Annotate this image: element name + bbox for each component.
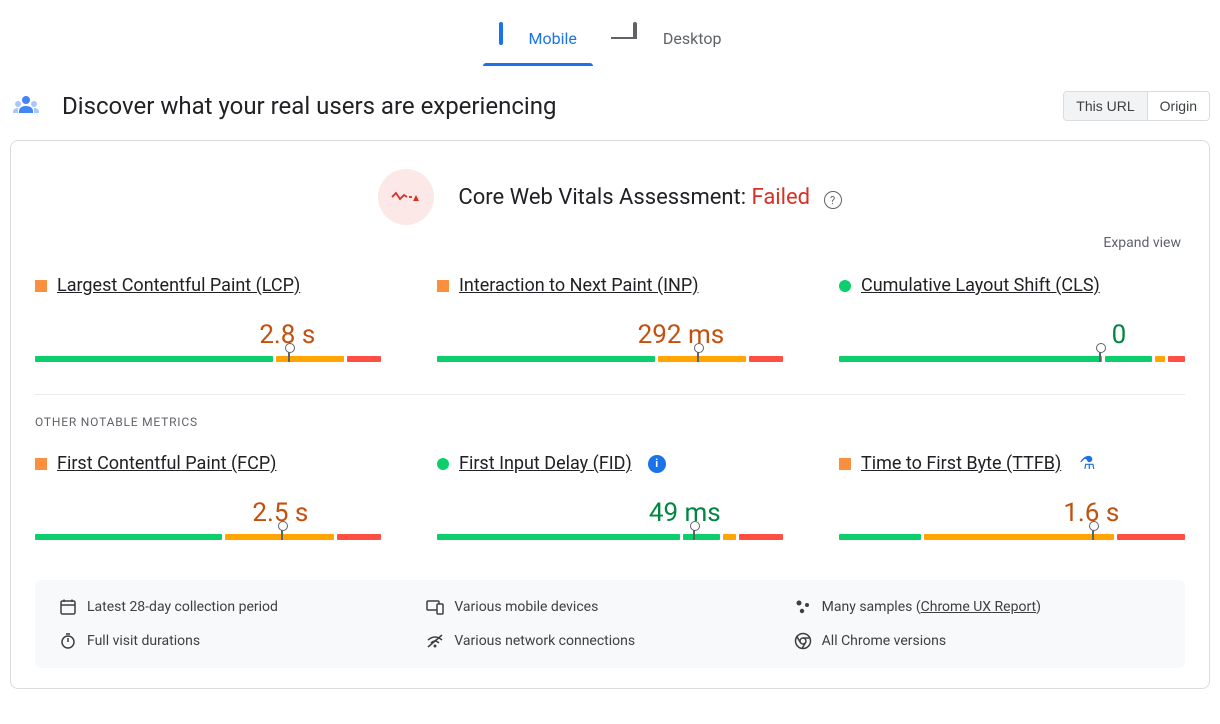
distribution-bar xyxy=(437,356,783,362)
tab-label-mobile: Mobile xyxy=(529,29,577,48)
vitals-card: Core Web Vitals Assessment: Failed ? Exp… xyxy=(10,140,1210,689)
other-value: 49 ms xyxy=(437,498,783,528)
other-name[interactable]: Time to First Byte (TTFB) xyxy=(861,453,1061,474)
help-icon[interactable]: ? xyxy=(824,191,842,209)
vital-metric-0: Largest Contentful Paint (LCP) 2.8 s xyxy=(35,275,381,362)
vital-metric-1: Interaction to Next Paint (INP) 292 ms xyxy=(437,275,783,362)
vital-value: 0 xyxy=(839,320,1185,350)
assessment-status: Failed xyxy=(752,185,811,210)
marker-icon xyxy=(281,526,283,540)
status-warn-icon xyxy=(839,458,851,470)
other-metrics-label: OTHER NOTABLE METRICS xyxy=(35,415,1185,429)
other-value: 1.6 s xyxy=(839,498,1185,528)
other-name[interactable]: First Input Delay (FID) xyxy=(459,453,632,474)
vital-metric-2: Cumulative Layout Shift (CLS) 0 xyxy=(839,275,1185,362)
desktop-icon xyxy=(633,24,653,52)
marker-icon xyxy=(288,348,290,362)
divider xyxy=(35,394,1185,395)
toggle-this-url[interactable]: This URL xyxy=(1064,92,1146,120)
marker-icon xyxy=(693,526,695,540)
distribution-bar xyxy=(35,356,381,362)
vital-value: 292 ms xyxy=(437,320,783,350)
marker-icon xyxy=(697,348,699,362)
crux-link[interactable]: Chrome UX Report xyxy=(921,599,1036,615)
assessment-prefix: Core Web Vitals Assessment: xyxy=(458,185,751,210)
vital-value: 2.8 s xyxy=(35,320,381,350)
assessment-text: Core Web Vitals Assessment: Failed ? xyxy=(458,185,841,210)
footer-devices: Various mobile devices xyxy=(454,599,598,615)
vital-name[interactable]: Largest Contentful Paint (LCP) xyxy=(57,275,300,296)
marker-icon xyxy=(1092,526,1094,540)
tab-label-desktop: Desktop xyxy=(663,29,722,48)
status-good-icon xyxy=(839,280,851,292)
expand-view-link[interactable]: Expand view xyxy=(35,235,1185,251)
assessment-fail-icon xyxy=(378,169,434,225)
status-warn-icon xyxy=(437,280,449,292)
distribution-bar xyxy=(35,534,381,540)
distribution-bar xyxy=(839,356,1185,362)
footer-samples: Many samples (Chrome UX Report) xyxy=(822,599,1041,615)
devices-icon xyxy=(426,598,444,616)
tab-desktop[interactable]: Desktop xyxy=(629,16,726,66)
chrome-icon xyxy=(794,632,812,650)
footer-versions: All Chrome versions xyxy=(822,633,946,649)
vital-name[interactable]: Cumulative Layout Shift (CLS) xyxy=(861,275,1100,296)
marker-icon xyxy=(1099,348,1101,362)
scope-toggle: This URL Origin xyxy=(1063,91,1210,121)
other-name[interactable]: First Contentful Paint (FCP) xyxy=(57,453,276,474)
other-metric-2: Time to First Byte (TTFB) ⚗ 1.6 s xyxy=(839,453,1185,540)
vital-name[interactable]: Interaction to Next Paint (INP) xyxy=(459,275,699,296)
lab-icon: ⚗ xyxy=(1079,453,1095,474)
footer-box: Latest 28-day collection period Various … xyxy=(35,580,1185,668)
info-icon[interactable]: i xyxy=(648,455,666,473)
distribution-bar xyxy=(437,534,783,540)
toggle-origin[interactable]: Origin xyxy=(1147,92,1209,120)
tab-mobile[interactable]: Mobile xyxy=(495,16,581,66)
stopwatch-icon xyxy=(59,632,77,650)
mobile-icon xyxy=(499,24,519,52)
footer-network: Various network connections xyxy=(454,633,635,649)
distribution-bar xyxy=(839,534,1185,540)
footer-period: Latest 28-day collection period xyxy=(87,599,278,615)
other-metric-1: First Input Delay (FID) i 49 ms xyxy=(437,453,783,540)
status-warn-icon xyxy=(35,458,47,470)
calendar-icon xyxy=(59,598,77,616)
samples-icon xyxy=(794,598,812,616)
status-warn-icon xyxy=(35,280,47,292)
footer-durations: Full visit durations xyxy=(87,633,200,649)
other-value: 2.5 s xyxy=(35,498,381,528)
page-title: Discover what your real users are experi… xyxy=(62,92,556,120)
other-metric-0: First Contentful Paint (FCP) 2.5 s xyxy=(35,453,381,540)
network-icon xyxy=(426,632,444,650)
status-good-icon xyxy=(437,458,449,470)
users-icon xyxy=(10,90,42,122)
